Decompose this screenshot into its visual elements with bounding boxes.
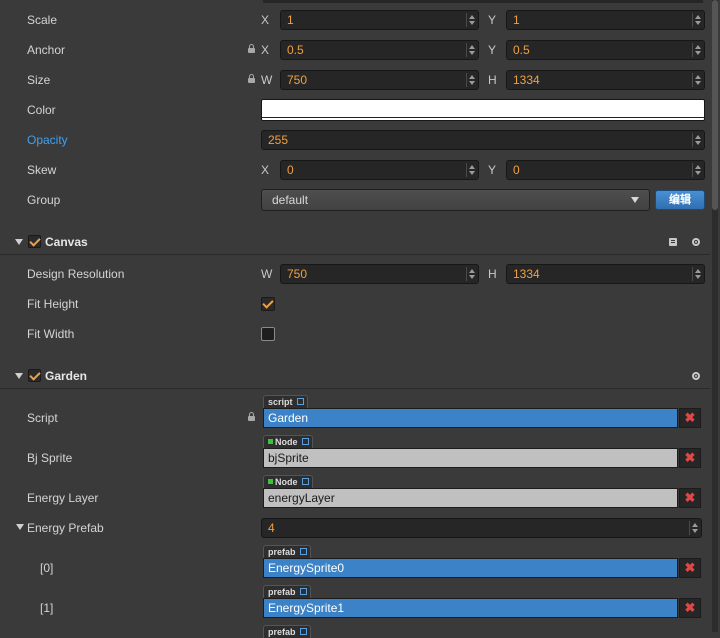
energy-layer-label: Energy Layer — [27, 491, 99, 505]
script-label: Script — [27, 411, 58, 425]
lock-icon[interactable] — [248, 44, 255, 53]
remove-icon[interactable]: ✖ — [679, 408, 701, 428]
skew-y-axis-label: Y — [488, 163, 497, 177]
garden-enabled-checkbox[interactable] — [28, 369, 41, 382]
color-label: Color — [27, 103, 56, 117]
external-link-icon[interactable] — [301, 478, 309, 485]
anchor-label: Anchor — [27, 43, 66, 57]
design-resolution-width-input[interactable]: 750 — [280, 264, 479, 284]
skew-y-input[interactable]: 0 — [506, 160, 705, 180]
bj-sprite-node-field[interactable]: bjSprite — [263, 448, 678, 468]
group-edit-button[interactable]: 编辑 — [655, 190, 705, 210]
remove-icon[interactable]: ✖ — [679, 558, 701, 578]
array-index-label: [0] — [40, 561, 54, 575]
fit-height-checkbox[interactable] — [261, 297, 275, 311]
chevron-down-icon — [631, 197, 639, 203]
collapse-triangle-icon[interactable] — [15, 373, 23, 379]
collapse-triangle-icon[interactable] — [15, 239, 23, 245]
garden-component-title: Garden — [45, 369, 88, 383]
skew-x-axis-label: X — [261, 163, 270, 177]
size-label: Size — [27, 73, 51, 87]
remove-icon[interactable]: ✖ — [679, 488, 701, 508]
external-link-icon[interactable] — [299, 548, 307, 555]
help-book-icon[interactable] — [669, 238, 677, 246]
scale-y-input[interactable]: 1 — [506, 10, 705, 30]
anchor-x-axis-label: X — [261, 43, 270, 57]
scale-y-axis-label: Y — [488, 13, 497, 27]
lock-icon[interactable] — [248, 74, 255, 83]
energy-prefab-label: Energy Prefab — [27, 521, 104, 535]
canvas-enabled-checkbox[interactable] — [28, 235, 41, 248]
fit-width-checkbox[interactable] — [261, 327, 275, 341]
external-link-icon[interactable] — [296, 398, 304, 405]
design-resolution-w-axis-label: W — [261, 267, 273, 281]
design-resolution-height-input[interactable]: 1334 — [506, 264, 705, 284]
prefab-type-tag: prefab — [263, 545, 311, 558]
size-w-axis-label: W — [261, 73, 273, 87]
design-resolution-label: Design Resolution — [27, 267, 125, 281]
lock-icon — [248, 412, 255, 421]
skew-label: Skew — [27, 163, 57, 177]
gear-icon[interactable] — [692, 238, 700, 246]
remove-icon[interactable]: ✖ — [679, 448, 701, 468]
energy-prefab-count-spinner[interactable] — [689, 521, 699, 535]
skew-x-spinner[interactable] — [466, 163, 476, 177]
collapse-triangle-icon[interactable] — [16, 524, 24, 530]
size-height-input[interactable]: 1334 — [506, 70, 705, 90]
node-type-tag: Node — [263, 475, 313, 488]
gear-icon[interactable] — [692, 372, 700, 380]
opacity-spinner[interactable] — [692, 133, 702, 147]
anchor-y-axis-label: Y — [488, 43, 497, 57]
opacity-input[interactable]: 255 — [261, 130, 705, 150]
anchor-y-input[interactable]: 0.5 — [506, 40, 705, 60]
anchor-y-spinner[interactable] — [692, 43, 702, 57]
opacity-label: Opacity — [27, 133, 68, 147]
scale-y-spinner[interactable] — [692, 13, 702, 27]
anchor-x-spinner[interactable] — [466, 43, 476, 57]
size-height-spinner[interactable] — [692, 73, 702, 87]
color-picker-swatch[interactable] — [261, 99, 705, 121]
external-link-icon[interactable] — [299, 588, 307, 595]
previous-field-edge — [263, 0, 703, 3]
scale-x-input[interactable]: 1 — [280, 10, 479, 30]
skew-x-input[interactable]: 0 — [280, 160, 479, 180]
prefab-type-tag: prefab — [263, 585, 311, 598]
size-width-spinner[interactable] — [466, 73, 476, 87]
skew-y-spinner[interactable] — [692, 163, 702, 177]
scale-label: Scale — [27, 13, 58, 27]
design-resolution-h-axis-label: H — [488, 267, 497, 281]
fit-width-label: Fit Width — [27, 327, 75, 341]
bj-sprite-label: Bj Sprite — [27, 451, 73, 465]
garden-component-header[interactable]: Garden — [0, 364, 710, 389]
size-width-input[interactable]: 750 — [280, 70, 479, 90]
prefab-asset-field[interactable]: EnergySprite0 — [263, 558, 678, 578]
scrollbar-thumb[interactable] — [712, 0, 718, 210]
prefab-asset-field[interactable]: EnergySprite1 — [263, 598, 678, 618]
array-index-label: [1] — [40, 601, 54, 615]
energy-layer-node-field[interactable]: energyLayer — [263, 488, 678, 508]
node-type-tag: Node — [263, 435, 313, 448]
script-asset-field[interactable]: Garden — [263, 408, 678, 428]
fit-height-label: Fit Height — [27, 297, 79, 311]
group-select[interactable]: default — [261, 189, 650, 211]
size-h-axis-label: H — [488, 73, 497, 87]
external-link-icon[interactable] — [301, 438, 309, 445]
scale-x-axis-label: X — [261, 13, 270, 27]
group-label: Group — [27, 193, 61, 207]
anchor-x-input[interactable]: 0.5 — [280, 40, 479, 60]
energy-prefab-count-input[interactable]: 4 — [261, 518, 702, 538]
design-resolution-width-spinner[interactable] — [466, 267, 476, 281]
design-resolution-height-spinner[interactable] — [692, 267, 702, 281]
inspector-scrollbar[interactable] — [712, 0, 718, 632]
canvas-component-title: Canvas — [45, 235, 88, 249]
remove-icon[interactable]: ✖ — [679, 598, 701, 618]
scale-x-spinner[interactable] — [466, 13, 476, 27]
script-type-tag: script — [263, 395, 308, 408]
canvas-component-header[interactable]: Canvas — [0, 230, 710, 255]
